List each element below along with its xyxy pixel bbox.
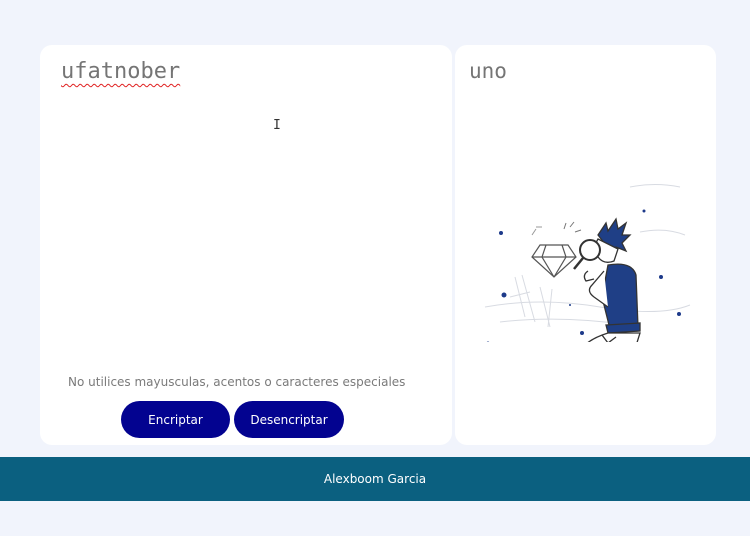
decrypt-button[interactable]: Desencriptar [234,401,344,438]
input-warning: No utilices mayusculas, acentos o caract… [68,375,406,389]
output-panel: uno [455,45,716,445]
text-cursor-icon: I [273,118,281,133]
text-input[interactable]: ufatnober [61,59,180,84]
footer-author: Alexboom Garcia [323,472,427,486]
encrypt-button[interactable]: Encriptar [121,401,230,438]
output-text: uno [469,59,507,83]
input-panel: ufatnober I No utilices mayusculas, acen… [40,45,452,445]
footer: Alexboom Garcia [0,457,750,501]
person-with-magnifying-glass-icon [484,184,691,342]
